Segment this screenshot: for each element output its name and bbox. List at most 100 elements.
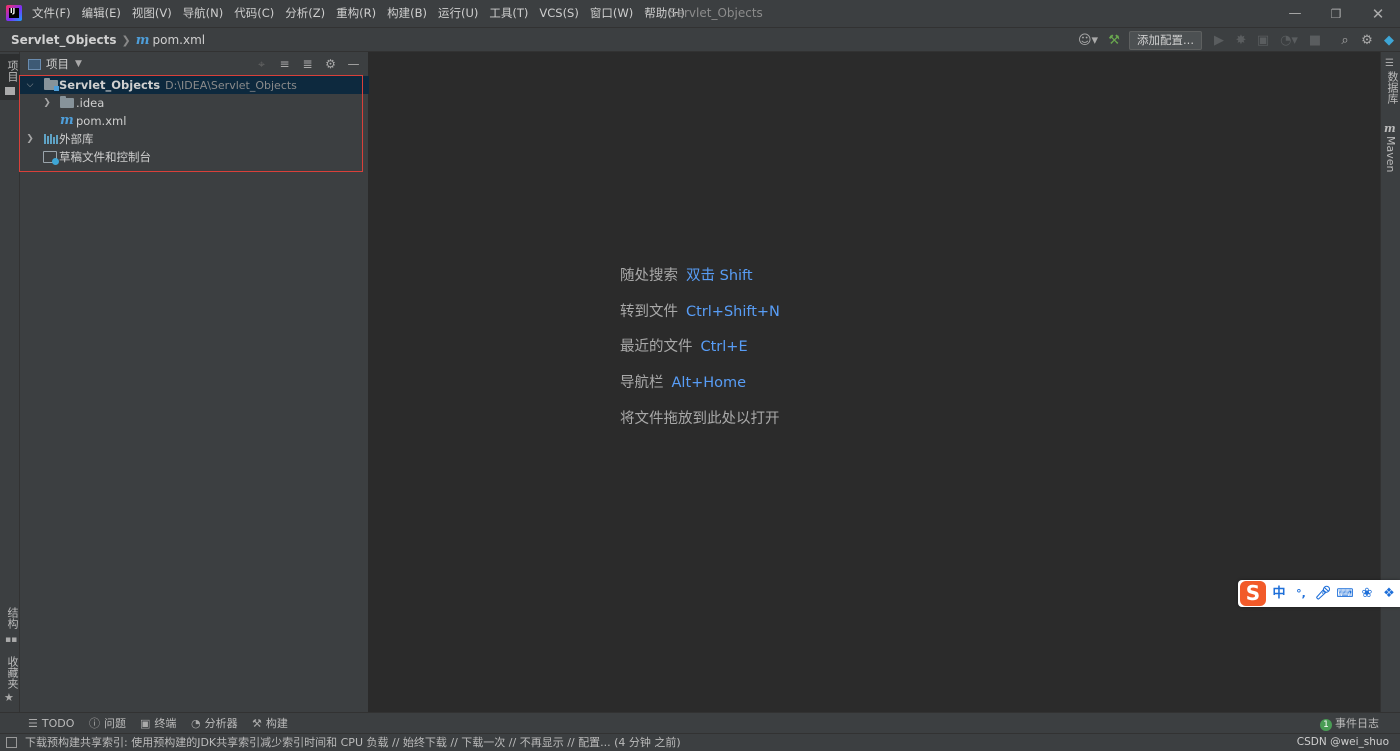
- expand-all-icon[interactable]: ≡: [273, 53, 296, 75]
- collapse-all-icon[interactable]: ≣: [296, 53, 319, 75]
- right-tool-strip: ☰ 数据库 m Maven: [1380, 52, 1400, 712]
- event-log-tool-button[interactable]: 1 事件日志: [1320, 713, 1379, 734]
- chevron-down-icon[interactable]: ⌵: [25, 76, 35, 94]
- favorites-tool-tab[interactable]: 收藏夹 ★: [0, 656, 20, 708]
- tree-item-pom[interactable]: m pom.xml: [20, 112, 369, 130]
- todo-tool-button[interactable]: ☰ TODO: [28, 713, 74, 734]
- structure-tool-tab[interactable]: 结构 ▪▪: [0, 607, 20, 647]
- profiler-label: 分析器: [204, 717, 238, 730]
- close-button[interactable]: ✕: [1358, 0, 1398, 27]
- debug-icon[interactable]: ✸: [1230, 29, 1252, 51]
- status-message[interactable]: 下载预构建共享索引: 使用预构建的JDK共享索引减少索引时间和 CPU 负载 /…: [25, 734, 681, 751]
- menu-build[interactable]: 构建(B): [387, 0, 427, 27]
- menu-file[interactable]: 文件(F): [32, 0, 71, 27]
- skin-shirt-icon[interactable]: ❀: [1358, 584, 1376, 603]
- tree-item-label: .idea: [76, 96, 105, 110]
- library-icon: [44, 134, 58, 144]
- menu-edit[interactable]: 编辑(E): [82, 0, 121, 27]
- maven-tool-tab[interactable]: m Maven: [1384, 122, 1400, 174]
- star-icon: ★: [4, 691, 14, 704]
- problems-label: 问题: [104, 717, 126, 730]
- hint-shortcut: 双击 Shift: [686, 268, 753, 284]
- project-tab-label: 项目: [6, 60, 19, 82]
- run-icon[interactable]: ▶: [1208, 29, 1230, 51]
- microphone-icon[interactable]: 🎤︎: [1314, 584, 1332, 603]
- apps-grid-icon[interactable]: ❖: [1380, 584, 1398, 603]
- project-view-selector[interactable]: 项目 ▼: [28, 52, 82, 76]
- sogou-logo-icon[interactable]: S: [1240, 581, 1266, 606]
- menu-refactor[interactable]: 重构(R): [336, 0, 376, 27]
- menu-window[interactable]: 窗口(W): [590, 0, 633, 27]
- restore-button[interactable]: ❐: [1316, 0, 1356, 27]
- favorites-tab-label: 收藏夹: [6, 656, 19, 689]
- database-icon: ☰: [1385, 58, 1394, 69]
- gear-icon[interactable]: ⚙: [1356, 29, 1378, 51]
- ime-toolbar[interactable]: S 中 °, 🎤︎ ⌨ ❀ ❖: [1238, 580, 1400, 607]
- breadcrumb-file[interactable]: pom.xml: [153, 33, 206, 47]
- menu-navigate[interactable]: 导航(N): [183, 0, 224, 27]
- menu-view[interactable]: 视图(V): [132, 0, 172, 27]
- build-tool-button[interactable]: ⚒ 构建: [252, 713, 288, 734]
- hide-panel-icon[interactable]: —: [342, 53, 365, 75]
- menu-tools[interactable]: 工具(T): [489, 0, 528, 27]
- structure-icon: ▪▪: [5, 635, 18, 645]
- ime-chinese-mode[interactable]: 中: [1270, 584, 1288, 603]
- stop-icon[interactable]: ■: [1304, 29, 1326, 51]
- hint-label: 随处搜索: [620, 268, 678, 284]
- maven-tab-label: Maven: [1384, 136, 1397, 173]
- options-gear-icon[interactable]: ⚙: [319, 53, 342, 75]
- intellij-logo-icon[interactable]: IJ: [6, 5, 22, 21]
- terminal-tool-button[interactable]: ▣ 终端: [140, 713, 176, 734]
- event-log-label: 事件日志: [1335, 717, 1379, 730]
- tree-item-external-libraries[interactable]: ❯ 外部库: [20, 130, 369, 148]
- plugin-update-icon[interactable]: ◆: [1378, 29, 1400, 51]
- main-toolbar: ☺▾ ⚒ 添加配置... ▶ ✸ ▣ ◔▾ ■ ⌕ ⚙ ◆: [1073, 28, 1400, 52]
- tool-windows-toggle-icon[interactable]: [6, 737, 17, 748]
- locate-file-icon[interactable]: ⌖: [250, 53, 273, 75]
- window-title: Servlet_Objects: [669, 6, 763, 20]
- menu-run[interactable]: 运行(U): [438, 0, 478, 27]
- hint-shortcut: Alt+Home: [671, 375, 747, 392]
- hammer-build-icon[interactable]: ⚒: [1103, 29, 1125, 51]
- terminal-icon: ▣: [140, 717, 151, 730]
- chevron-right-icon[interactable]: ❯: [42, 94, 52, 112]
- left-tool-strip: 项目 结构 ▪▪ 收藏夹 ★: [0, 52, 20, 712]
- profiler-tool-button[interactable]: ◔ 分析器: [191, 713, 238, 734]
- ime-punctuation[interactable]: °,: [1292, 584, 1310, 603]
- project-view-icon: [28, 58, 41, 70]
- list-icon: ☰: [28, 717, 38, 730]
- project-tool-window: 项目 ▼ ⌖ ≡ ≣ ⚙ — ⌵ Servlet_Objects D:\IDEA\…: [20, 52, 369, 712]
- chevron-right-icon: ❯: [121, 33, 131, 47]
- structure-tab-label: 结构: [6, 607, 19, 629]
- coverage-icon[interactable]: ▣: [1252, 29, 1274, 51]
- project-tool-tab[interactable]: 项目: [0, 54, 20, 100]
- database-tool-tab[interactable]: ☰ 数据库: [1384, 58, 1400, 114]
- menu-analyze[interactable]: 分析(Z): [285, 0, 325, 27]
- breadcrumb-project[interactable]: Servlet_Objects: [11, 33, 117, 47]
- problems-tool-button[interactable]: ⓘ 问题: [89, 713, 126, 734]
- add-configuration-button[interactable]: 添加配置...: [1129, 30, 1202, 50]
- menu-bar: IJ 文件(F) 编辑(E) 视图(V) 导航(N) 代码(C) 分析(Z) 重…: [0, 0, 1400, 27]
- profile-icon[interactable]: ◔▾: [1274, 29, 1304, 51]
- menu-vcs[interactable]: VCS(S): [539, 0, 578, 27]
- navigation-bar: Servlet_Objects ❯ m pom.xml ☺▾ ⚒ 添加配置...…: [0, 27, 1400, 52]
- account-icon[interactable]: ☺▾: [1073, 29, 1103, 51]
- minimize-button[interactable]: —: [1275, 0, 1315, 27]
- tree-item-project-root[interactable]: ⌵ Servlet_Objects D:\IDEA\Servlet_Objects: [20, 76, 369, 94]
- keyboard-icon[interactable]: ⌨: [1336, 584, 1354, 603]
- tree-item-label: pom.xml: [76, 114, 127, 128]
- breadcrumb: Servlet_Objects ❯ m pom.xml: [11, 28, 205, 52]
- todo-label: TODO: [41, 717, 75, 730]
- tree-item-idea[interactable]: ❯ .idea: [20, 94, 369, 112]
- editor-area[interactable]: 随处搜索 双击 Shift 转到文件 Ctrl+Shift+N 最近的文件 Ctrl+…: [370, 52, 1380, 712]
- hint-label: 导航栏: [620, 375, 664, 392]
- tree-item-label: 外部库: [59, 132, 94, 146]
- menu-code[interactable]: 代码(C): [234, 0, 274, 27]
- event-count-badge: 1: [1320, 719, 1332, 731]
- maven-file-icon: m: [60, 113, 74, 128]
- tree-item-scratches[interactable]: 草稿文件和控制台: [20, 148, 369, 166]
- chevron-right-icon[interactable]: ❯: [25, 130, 35, 148]
- profiler-icon: ◔: [191, 717, 201, 730]
- hammer-icon: ⚒: [252, 717, 262, 730]
- search-icon[interactable]: ⌕: [1334, 29, 1356, 51]
